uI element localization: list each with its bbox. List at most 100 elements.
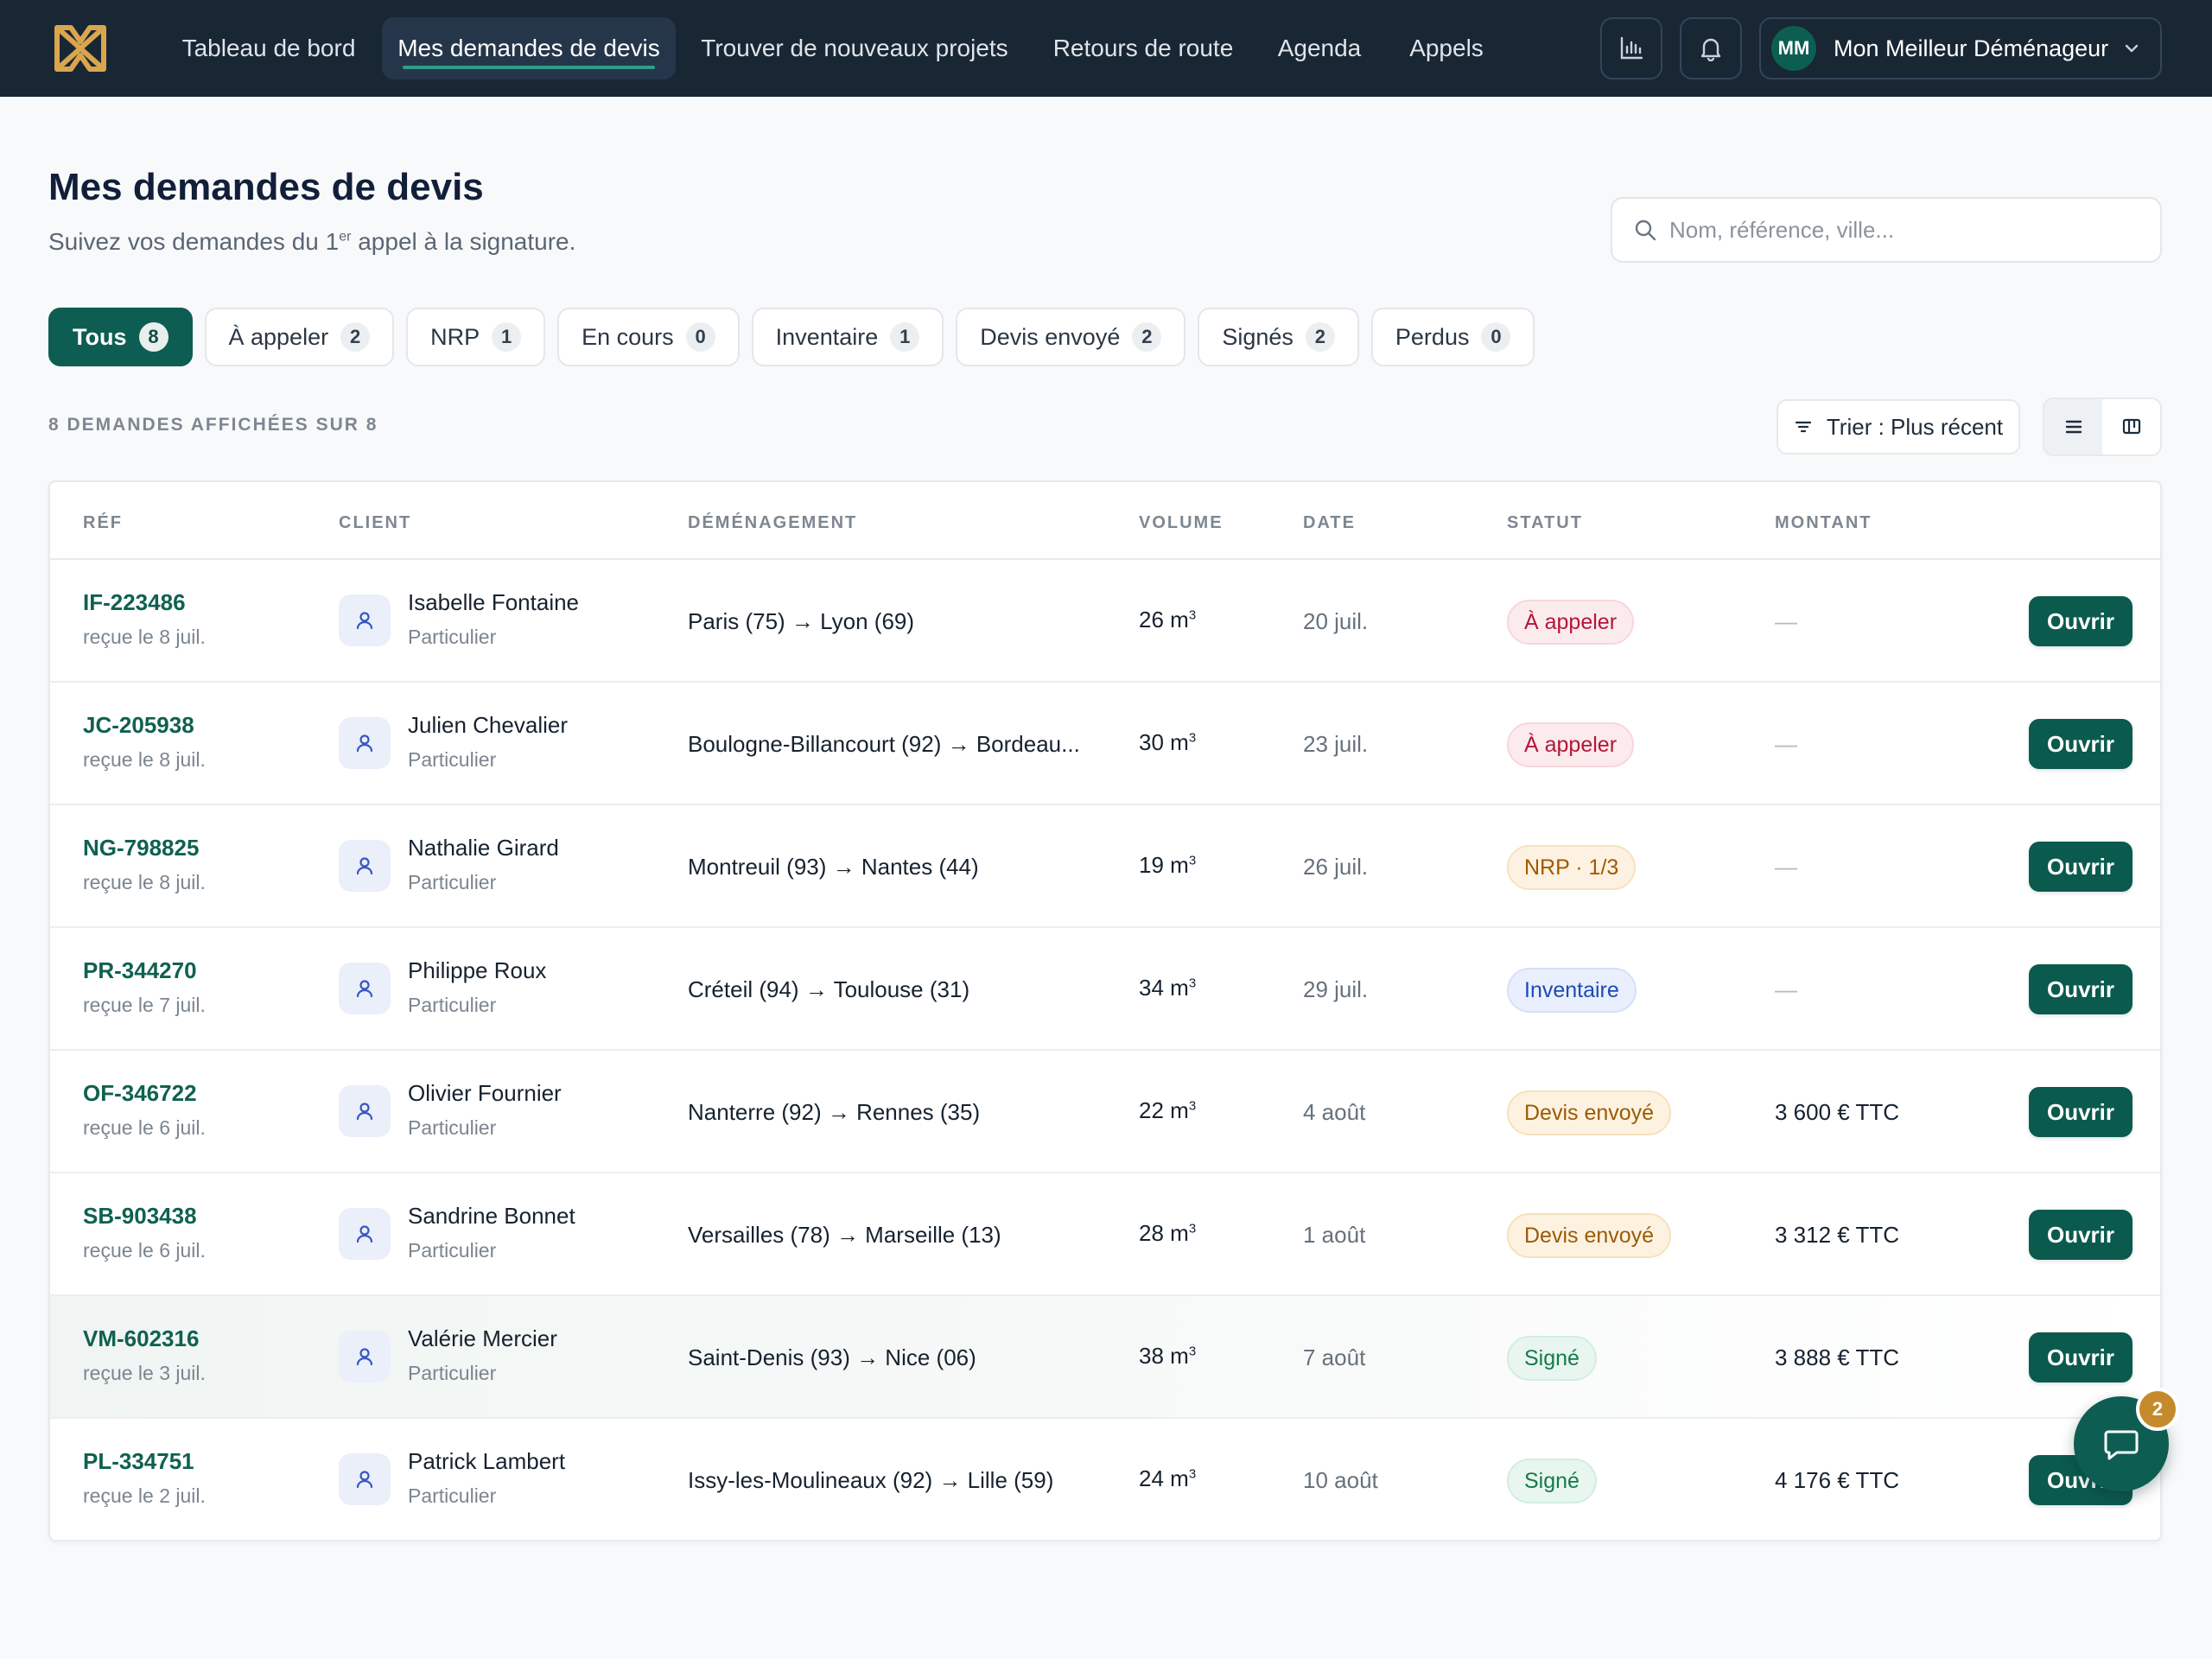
volume-unit-exponent: 3 [1188,976,1197,991]
volume-value: 24 m [1139,1465,1189,1491]
nav-item-dashboard[interactable]: Tableau de bord [162,17,375,79]
client-name: Isabelle Fontaine [408,589,580,615]
table-row[interactable]: PL-334751 reçue le 2 juil. Patrick Lambert… [50,1419,2160,1540]
open-button[interactable]: Ouvrir [2029,1087,2133,1137]
table-row[interactable]: SB-903438 reçue le 6 juil. Sandrine Bonnet… [50,1173,2160,1296]
results-count: 8 DEMANDES AFFICHÉES SUR 8 [48,415,378,435]
filter-tab-label: Tous [73,323,127,350]
quote-amount: 3 600 € TTC [1775,1099,1900,1125]
client-avatar [339,594,391,646]
nav-item-calls[interactable]: Appels [1382,17,1510,79]
filter-tab-label: Inventaire [775,323,879,350]
client-name: Philippe Roux [408,957,547,983]
filter-tab-lost[interactable]: Perdus 0 [1370,308,1535,366]
client-type: Particulier [408,871,497,893]
filter-tab-in-progress[interactable]: En cours 0 [557,308,740,366]
filter-tab-count: 2 [1305,322,1335,352]
search-input[interactable] [1669,216,2119,244]
status-badge: Inventaire [1507,968,1637,1013]
open-button[interactable]: Ouvrir [2029,596,2133,646]
column-header-status: STATUT [1507,513,1583,532]
brand-logo[interactable] [54,24,107,73]
request-ref[interactable]: SB-903438 [83,1203,197,1230]
table-row[interactable]: IF-223486 reçue le 8 juil. Isabelle Fontai… [50,560,2160,683]
nav-item-return-trips[interactable]: Retours de route [1032,17,1255,79]
kanban-view-button[interactable] [2102,399,2160,454]
nav-item-find-projects[interactable]: Trouver de nouveaux projets [688,17,1021,79]
table-row[interactable]: NG-798825 reçue le 8 juil. Nathalie Girard… [50,805,2160,928]
quote-amount: — [1775,854,1797,880]
list-view-button[interactable] [2044,399,2102,454]
filter-tab-all[interactable]: Tous 8 [48,308,193,366]
move-date: 7 août [1303,1344,1366,1370]
chevron-down-icon [2125,44,2139,53]
filter-tab-count: 1 [890,322,920,352]
filter-tab-to-call[interactable]: À appeler 2 [204,308,395,366]
subtitle-ordinal-suffix: er [339,229,352,245]
subtitle-text-start: Suivez vos demandes du 1 [48,228,340,255]
account-menu[interactable]: MM Mon Meilleur Déménageur [1759,17,2162,79]
column-header-ref: RÉF [83,513,123,532]
account-name: Mon Meilleur Déménageur [1834,35,2109,61]
chat-bubble-icon [2104,1430,2139,1460]
client-avatar [339,840,391,892]
move-route: Créteil (94) → Toulouse (31) [688,976,970,1002]
open-button[interactable]: Ouvrir [2029,964,2133,1014]
received-date: reçue le 3 juil. [83,1362,206,1384]
column-header-client: CLIENT [339,513,412,532]
bell-icon [1700,38,1721,61]
column-header-date: DATE [1303,513,1356,532]
filter-tab-quote-sent[interactable]: Devis envoyé 2 [956,308,1186,366]
open-button[interactable]: Ouvrir [2029,1332,2133,1382]
client-type: Particulier [408,1116,497,1139]
move-volume: 30 m3 [1139,729,1196,756]
stats-button[interactable] [1600,17,1662,79]
kanban-icon [2122,418,2140,435]
move-date: 23 juil. [1303,731,1369,757]
open-button[interactable]: Ouvrir [2029,719,2133,769]
move-volume: 26 m3 [1139,607,1196,633]
notifications-button[interactable] [1680,17,1742,79]
request-ref[interactable]: IF-223486 [83,589,186,616]
volume-value: 26 m [1139,607,1189,632]
move-route: Paris (75) → Lyon (69) [688,608,915,634]
client-avatar [339,1208,391,1260]
received-date: reçue le 2 juil. [83,1484,206,1507]
user-icon [356,734,373,753]
client-name: Sandrine Bonnet [408,1203,575,1229]
move-route: Boulogne-Billancourt (92) → Bordeau... [688,731,1080,757]
client-name: Julien Chevalier [408,712,568,738]
filter-tab-nrp[interactable]: NRP 1 [406,308,546,366]
request-ref[interactable]: PL-334751 [83,1448,194,1475]
sort-button[interactable]: Trier : Plus récent [1777,399,2020,454]
request-ref[interactable]: VM-602316 [83,1325,199,1352]
request-ref[interactable]: NG-798825 [83,835,199,861]
request-ref[interactable]: JC-205938 [83,712,194,739]
bar-chart-icon [1620,36,1643,60]
avatar: MM [1771,26,1816,71]
table-row[interactable]: OF-346722 reçue le 6 juil. Olivier Fournie… [50,1051,2160,1173]
received-date: reçue le 8 juil. [83,748,206,771]
client-type: Particulier [408,1362,497,1384]
open-button[interactable]: Ouvrir [2029,1210,2133,1260]
status-filter-tabs: Tous 8 À appeler 2 NRP 1 En cours 0 Inventaire 1 D… [48,308,1535,366]
filter-tab-signed[interactable]: Signés 2 [1198,308,1359,366]
table-row[interactable]: JC-205938 reçue le 8 juil. Julien Chevalie… [50,683,2160,805]
client-name: Valérie Mercier [408,1325,557,1351]
move-date: 29 juil. [1303,976,1369,1002]
nav-item-quote-requests[interactable]: Mes demandes de devis [382,17,676,79]
sort-label: Trier : Plus récent [1826,413,2004,440]
quote-amount: — [1775,608,1797,634]
column-header-move: DÉMÉNAGEMENT [688,513,858,532]
move-volume: 24 m3 [1139,1465,1196,1492]
subtitle-text-end: appel à la signature. [351,228,576,255]
open-button[interactable]: Ouvrir [2029,842,2133,892]
filter-tab-inventory[interactable]: Inventaire 1 [751,308,944,366]
table-row[interactable]: VM-602316 reçue le 3 juil. Valérie Mercier… [50,1296,2160,1419]
request-ref[interactable]: OF-346722 [83,1080,197,1107]
nav-item-agenda[interactable]: Agenda [1263,17,1376,79]
received-date: reçue le 6 juil. [83,1116,206,1139]
table-row[interactable]: PR-344270 reçue le 7 juil. Philippe Roux Pa… [50,928,2160,1051]
page-title: Mes demandes de devis [48,166,484,208]
request-ref[interactable]: PR-344270 [83,957,197,984]
